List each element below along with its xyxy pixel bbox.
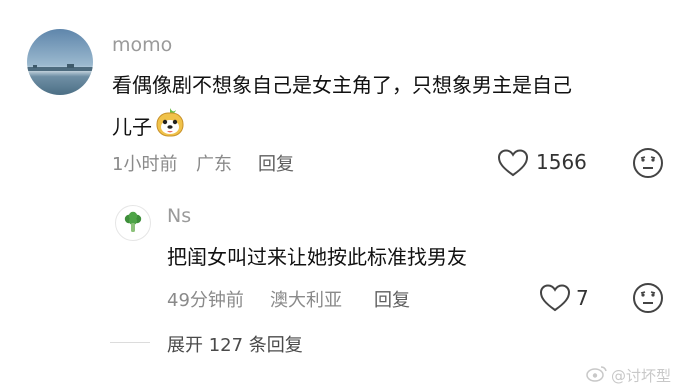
- reply-time: 49分钟前: [167, 290, 244, 311]
- dog-emoji-icon: [154, 106, 186, 149]
- weibo-logo-icon: [586, 364, 608, 386]
- watermark-text: @讨坏型: [611, 366, 672, 385]
- avatar[interactable]: [27, 29, 93, 95]
- comment-text-line2: 儿子: [112, 115, 152, 139]
- avatar-image: [27, 29, 93, 95]
- reply-dislike-face-icon[interactable]: [632, 282, 664, 318]
- comment-reply-button[interactable]: 回复: [258, 150, 294, 176]
- reply-text: 把闺女叫过来让她按此标准找男友: [167, 245, 467, 269]
- reply-reply-button[interactable]: 回复: [374, 286, 410, 312]
- reply-like-heart-icon[interactable]: [539, 283, 571, 317]
- reply-like-count: 7: [576, 286, 589, 310]
- reply-avatar[interactable]: [115, 205, 151, 241]
- expand-replies-button[interactable]: 展开 127 条回复: [167, 331, 303, 357]
- comment-text-line2-row: 儿子: [112, 106, 186, 149]
- dislike-face-icon[interactable]: [632, 147, 664, 183]
- watermark: @讨坏型: [586, 364, 671, 386]
- like-heart-icon[interactable]: [497, 148, 529, 182]
- comment-time: 1小时前: [112, 154, 178, 175]
- reply-location: 澳大利亚: [270, 290, 342, 311]
- comment-username[interactable]: momo: [112, 34, 172, 56]
- expand-divider: [110, 342, 150, 343]
- comment-like-count: 1566: [536, 150, 587, 174]
- reply-username[interactable]: Ns: [167, 205, 191, 227]
- comment-text-line1: 看偶像剧不想象自己是女主角了，只想象男主是自己: [112, 73, 572, 97]
- broccoli-icon: [124, 211, 142, 232]
- comment-location: 广东: [196, 154, 232, 175]
